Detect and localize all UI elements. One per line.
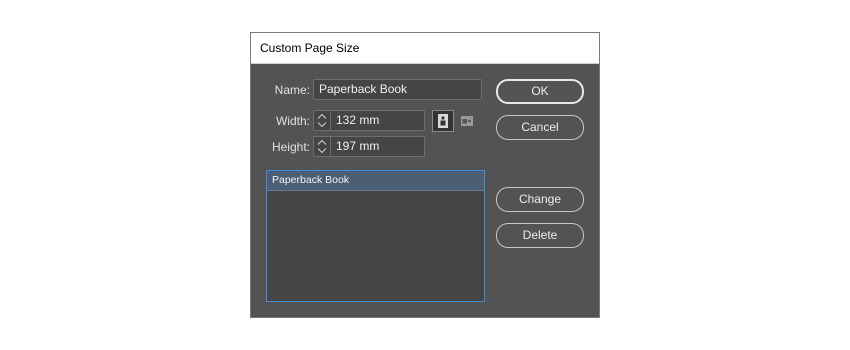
height-label: Height: [271, 140, 310, 154]
delete-button[interactable]: Delete [496, 223, 584, 248]
width-input-value: 132 mm [336, 113, 380, 127]
dialog-title: Custom Page Size [260, 41, 360, 55]
portrait-orientation-button[interactable] [432, 110, 454, 132]
up-down-arrows-icon [317, 113, 327, 128]
list-item[interactable]: Paperback Book [267, 171, 484, 191]
page-size-list[interactable]: Paperback Book [266, 170, 485, 302]
height-input-value: 197 mm [336, 139, 380, 153]
name-input-value: Paperback Book [319, 82, 408, 96]
landscape-orientation-button[interactable] [457, 111, 479, 133]
width-label: Width: [275, 114, 310, 128]
height-field[interactable]: 197 mm [313, 136, 425, 157]
height-stepper[interactable] [314, 137, 331, 156]
cancel-button[interactable]: Cancel [496, 115, 584, 140]
name-input[interactable]: Paperback Book [313, 79, 482, 100]
landscape-orientation-icon [461, 116, 473, 126]
width-stepper[interactable] [314, 111, 331, 130]
width-field[interactable]: 132 mm [313, 110, 425, 131]
dialog-titlebar[interactable]: Custom Page Size [251, 33, 599, 64]
custom-page-size-dialog: Custom Page Size Name: Paperback Book Wi… [250, 32, 600, 318]
up-down-arrows-icon [317, 139, 327, 154]
portrait-orientation-icon [438, 114, 448, 128]
ok-button[interactable]: OK [496, 79, 584, 104]
name-label: Name: [274, 83, 310, 97]
change-button[interactable]: Change [496, 187, 584, 212]
